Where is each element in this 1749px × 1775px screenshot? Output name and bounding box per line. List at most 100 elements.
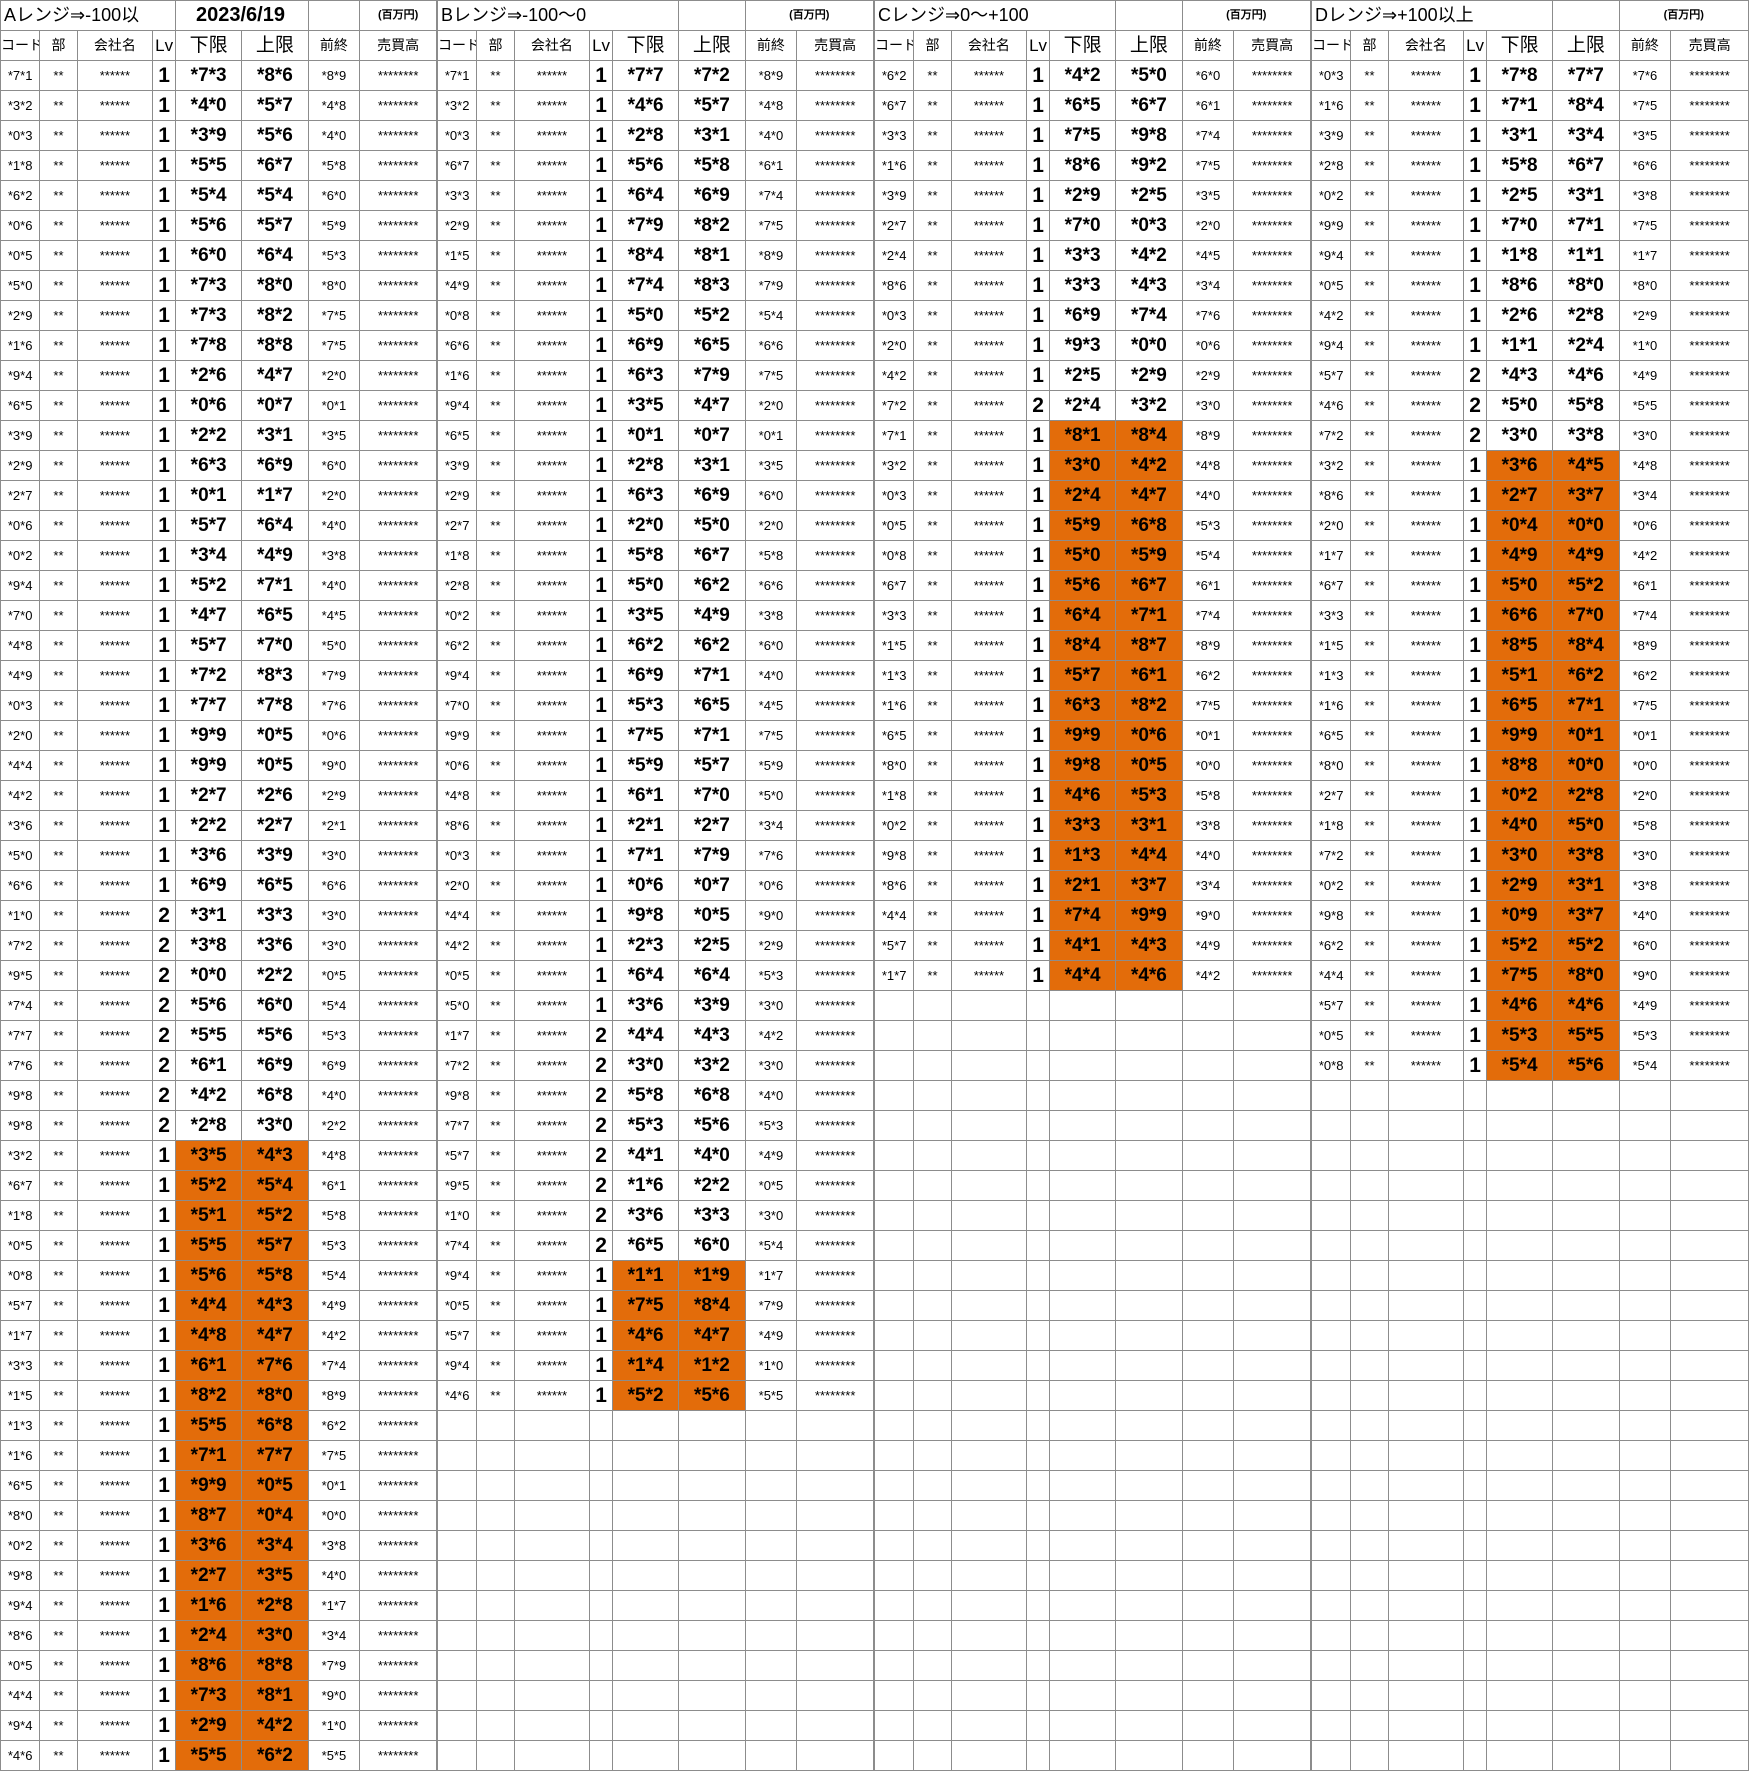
name-cell[interactable]: ****** [1387,840,1465,871]
dept-cell[interactable]: ** [476,960,515,991]
lower-cell[interactable]: *1*1 [611,1260,680,1291]
name-cell[interactable]: ****** [76,1290,154,1321]
empty-cell[interactable] [1350,1080,1389,1111]
volume-cell[interactable]: ******** [796,930,874,961]
dept-cell[interactable]: ** [913,450,952,481]
dept-cell[interactable]: ** [1350,1020,1389,1051]
code-cell[interactable]: *8*6 [436,810,478,841]
lv-cell[interactable]: 1 [589,300,613,331]
dept-cell[interactable]: ** [476,810,515,841]
upper-cell[interactable]: *2*7 [678,810,746,841]
upper-cell[interactable]: *4*6 [1552,360,1620,391]
code-cell[interactable]: *4*2 [873,360,915,391]
name-cell[interactable]: ****** [1387,450,1465,481]
empty-cell[interactable] [436,1680,478,1711]
lv-cell[interactable]: 1 [1026,660,1050,691]
lower-cell[interactable]: *6*9 [611,660,680,691]
empty-cell[interactable] [589,1650,613,1681]
empty-cell[interactable] [678,1680,746,1711]
prev-close-cell[interactable]: *4*9 [1618,360,1672,391]
prev-close-cell[interactable]: *4*8 [744,90,798,121]
empty-cell[interactable] [1048,1710,1117,1741]
prev-close-cell[interactable]: *5*8 [307,150,361,181]
code-cell[interactable]: *6*5 [1310,720,1352,751]
empty-cell[interactable] [1387,1170,1465,1201]
upper-cell[interactable]: *7*4 [1115,300,1183,331]
dept-cell[interactable]: ** [1350,180,1389,211]
lower-cell[interactable]: *7*7 [611,60,680,91]
empty-cell[interactable] [1115,1680,1183,1711]
prev-close-cell[interactable]: *3*0 [1181,390,1235,421]
upper-cell[interactable]: *6*4 [678,960,746,991]
name-cell[interactable]: ****** [76,1110,154,1141]
dept-cell[interactable]: ** [39,1560,78,1591]
empty-cell[interactable] [913,1020,952,1051]
empty-cell[interactable] [611,1740,680,1771]
lower-cell[interactable]: *2*7 [174,780,243,811]
prev-close-cell[interactable]: *2*0 [744,510,798,541]
volume-cell[interactable]: ******** [796,900,874,931]
volume-cell[interactable]: ******** [1233,780,1311,811]
code-cell[interactable]: *1*3 [0,1410,41,1441]
upper-cell[interactable]: *7*7 [241,1440,309,1471]
empty-cell[interactable] [913,1470,952,1501]
empty-cell[interactable] [1310,1740,1352,1771]
lv-cell[interactable]: 1 [589,990,613,1021]
prev-close-cell[interactable]: *7*6 [1181,300,1235,331]
volume-cell[interactable]: ******** [1233,270,1311,301]
lv-cell[interactable]: 1 [1463,1020,1487,1051]
name-cell[interactable]: ****** [950,630,1028,661]
lv-cell[interactable]: 1 [1463,570,1487,601]
empty-cell[interactable] [1463,1170,1487,1201]
code-cell[interactable]: *7*4 [436,1230,478,1261]
code-cell[interactable]: *7*2 [436,1050,478,1081]
dept-cell[interactable]: ** [476,360,515,391]
upper-cell[interactable]: *0*7 [241,390,309,421]
code-cell[interactable]: *0*3 [1310,60,1352,91]
lv-cell[interactable]: 1 [1026,960,1050,991]
lower-cell[interactable]: *6*4 [1048,600,1117,631]
lower-cell[interactable]: *9*9 [174,720,243,751]
dept-cell[interactable]: ** [476,990,515,1021]
dept-cell[interactable]: ** [39,930,78,961]
code-cell[interactable]: *5*7 [436,1140,478,1171]
dept-cell[interactable]: ** [39,420,78,451]
dept-cell[interactable]: ** [1350,390,1389,421]
volume-cell[interactable]: ******** [359,120,437,151]
empty-cell[interactable] [1048,1590,1117,1621]
upper-cell[interactable]: *0*1 [1552,720,1620,751]
dept-cell[interactable]: ** [39,1290,78,1321]
empty-cell[interactable] [513,1470,591,1501]
empty-cell[interactable] [1670,1200,1749,1231]
dept-cell[interactable]: ** [913,630,952,661]
empty-cell[interactable] [913,1200,952,1231]
prev-close-cell[interactable]: *0*6 [1181,330,1235,361]
dept-cell[interactable]: ** [476,1230,515,1261]
empty-cell[interactable] [1552,1170,1620,1201]
prev-close-cell[interactable]: *4*8 [1181,450,1235,481]
empty-cell[interactable] [1026,1200,1050,1231]
dept-cell[interactable]: ** [913,390,952,421]
empty-cell[interactable] [1310,1170,1352,1201]
upper-cell[interactable]: *2*5 [1115,180,1183,211]
upper-cell[interactable]: *8*4 [1115,420,1183,451]
lv-cell[interactable]: 1 [152,540,176,571]
lower-cell[interactable]: *4*1 [611,1140,680,1171]
unit-label[interactable]: (百万円) [744,0,875,31]
upper-cell[interactable]: *6*5 [678,690,746,721]
volume-cell[interactable]: ******** [1233,600,1311,631]
lv-cell[interactable]: 1 [152,210,176,241]
empty-cell[interactable] [1463,1200,1487,1231]
name-cell[interactable]: ****** [950,300,1028,331]
code-cell[interactable]: *0*2 [436,600,478,631]
prev-close-cell[interactable]: *8*9 [1181,420,1235,451]
lv-cell[interactable]: 1 [1026,630,1050,661]
empty-cell[interactable] [589,1710,613,1741]
lower-cell[interactable]: *7*3 [174,1680,243,1711]
dept-cell[interactable]: ** [1350,210,1389,241]
name-cell[interactable]: ****** [1387,300,1465,331]
name-cell[interactable]: ****** [950,540,1028,571]
empty-cell[interactable] [1048,1170,1117,1201]
upper-cell[interactable]: *5*6 [678,1380,746,1411]
volume-cell[interactable]: ******** [796,150,874,181]
